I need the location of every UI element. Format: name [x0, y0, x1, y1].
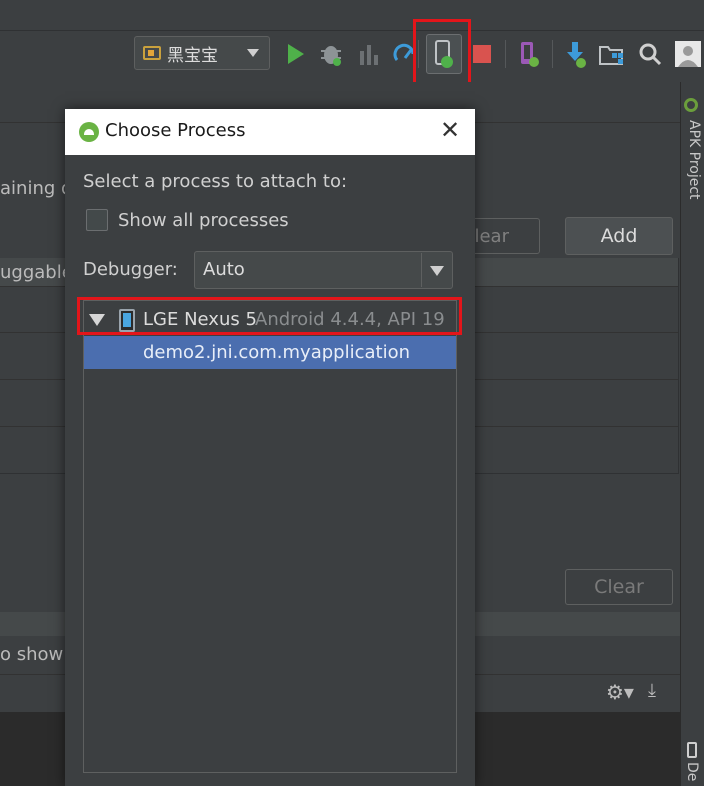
- device-row-highlight: [77, 297, 462, 335]
- run-configuration-label: 黑宝宝: [167, 45, 218, 66]
- debug-button[interactable]: [316, 38, 346, 70]
- profile-icon: [360, 45, 378, 65]
- toolbar-separator: [552, 40, 553, 68]
- attach-debugger-highlight: [413, 19, 471, 87]
- apk-project-icon: [684, 98, 698, 112]
- user-icon: [675, 41, 701, 67]
- user-button[interactable]: [673, 38, 703, 70]
- background-clear-button[interactable]: Clear: [565, 569, 673, 605]
- profile-button[interactable]: [354, 38, 384, 70]
- process-tree[interactable]: [83, 300, 457, 773]
- device-file-explorer-tab[interactable]: De: [684, 762, 700, 781]
- select-process-label: Select a process to attach to:: [83, 171, 348, 192]
- debugger-select-divider: [421, 253, 422, 287]
- debugger-select-value: Auto: [203, 259, 245, 280]
- run-button[interactable]: [280, 38, 310, 70]
- process-name[interactable]: demo2.jni.com.myapplication: [143, 342, 410, 363]
- chevron-down-icon: [247, 49, 259, 57]
- close-icon[interactable]: ✕: [440, 118, 460, 142]
- device-file-explorer-icon: [687, 742, 697, 758]
- background-description-text: aining d: [0, 178, 73, 199]
- toolbar-separator: [505, 40, 506, 68]
- sdk-manager-icon: [567, 42, 586, 68]
- toolbar-divider: [0, 30, 704, 31]
- apk-project-tab[interactable]: APK Project: [682, 120, 702, 200]
- debuggable-column-header: uggable: [0, 262, 73, 283]
- run-config-icon: [143, 46, 161, 60]
- chevron-down-icon[interactable]: [430, 266, 444, 276]
- run-configuration-select[interactable]: 黑宝宝: [134, 36, 270, 70]
- background-add-button[interactable]: Add: [565, 217, 673, 255]
- debug-icon: [321, 46, 341, 66]
- project-structure-icon: [599, 46, 623, 65]
- project-structure-button[interactable]: [597, 38, 627, 70]
- show-all-processes-checkbox[interactable]: [86, 209, 108, 231]
- download-icon[interactable]: ⤓: [648, 680, 656, 701]
- gear-icon[interactable]: ⚙▾: [606, 680, 634, 704]
- debugger-label: Debugger:: [83, 259, 178, 280]
- search-icon: [639, 43, 662, 66]
- search-button[interactable]: [635, 38, 665, 70]
- stop-button[interactable]: [473, 45, 491, 63]
- android-studio-icon: [79, 122, 99, 142]
- empty-state-text: o show: [0, 644, 64, 665]
- sdk-manager-button[interactable]: [560, 38, 590, 70]
- avd-manager-icon: [521, 42, 539, 67]
- show-all-processes-label[interactable]: Show all processes: [118, 210, 289, 231]
- avd-manager-button[interactable]: [514, 38, 544, 70]
- run-icon: [288, 44, 304, 64]
- dialog-title: Choose Process: [105, 120, 246, 141]
